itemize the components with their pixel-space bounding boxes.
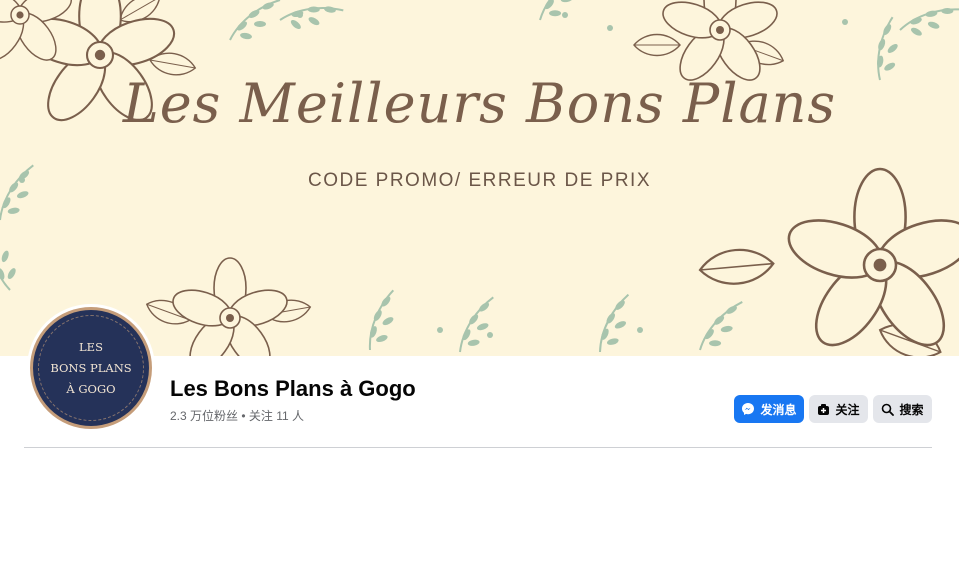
messenger-icon: [741, 402, 755, 416]
search-icon: [881, 403, 895, 416]
message-button[interactable]: 发消息: [734, 395, 804, 423]
follow-button[interactable]: 关注: [809, 395, 868, 423]
page-stats: 2.3 万位粉丝 • 关注 11 人: [170, 409, 305, 423]
message-button-label: 发消息: [760, 402, 797, 417]
cover-photo[interactable]: Les Meilleurs Bons Plans CODE PROMO/ ERR…: [0, 0, 959, 356]
search-button[interactable]: 搜索: [873, 395, 932, 423]
follow-button-label: 关注: [835, 402, 860, 417]
cover-title: Les Meilleurs Bons Plans: [122, 72, 837, 135]
avatar-line-2: BONS PLANS: [50, 360, 132, 375]
cover-subtitle: CODE PROMO/ ERREUR DE PRIX: [307, 170, 652, 191]
search-button-label: 搜索: [899, 402, 924, 417]
avatar-line-3: À GOGO: [66, 381, 116, 396]
follow-icon: [817, 403, 830, 416]
header-divider: [24, 447, 932, 448]
avatar-logo: LES BONS PLANS À GOGO: [30, 307, 152, 429]
avatar-line-1: LES: [79, 339, 103, 354]
profile-avatar[interactable]: LES BONS PLANS À GOGO: [27, 304, 155, 432]
page-title[interactable]: Les Bons Plans à Gogo: [170, 376, 416, 402]
